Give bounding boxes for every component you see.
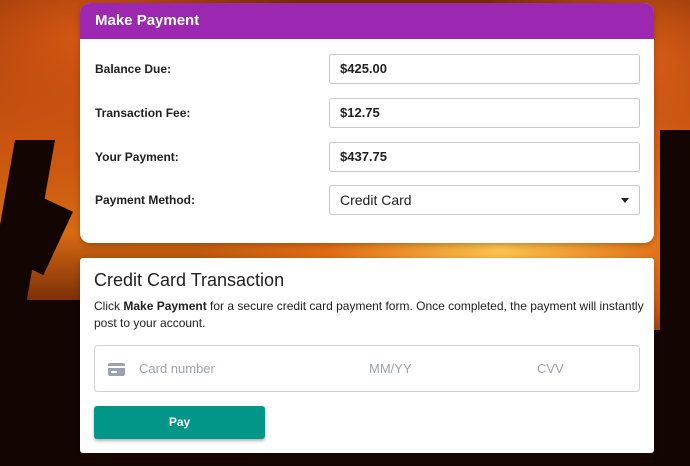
description-prefix: Click bbox=[94, 299, 124, 313]
balance-due-field[interactable]: $425.00 bbox=[329, 54, 640, 84]
your-payment-field[interactable]: $437.75 bbox=[329, 142, 640, 172]
credit-card-title: Credit Card Transaction bbox=[94, 270, 285, 290]
card-input-field[interactable]: Card number MM/YY CVV bbox=[94, 345, 640, 392]
your-payment-label: Your Payment: bbox=[95, 150, 179, 164]
description-bold: Make Payment bbox=[123, 299, 207, 313]
caret-down-icon bbox=[621, 198, 629, 203]
cvv-input[interactable]: CVV bbox=[537, 361, 564, 376]
transaction-fee-field[interactable]: $12.75 bbox=[329, 98, 640, 128]
make-payment-card: Make Payment Balance Due: $425.00 Transa… bbox=[80, 3, 654, 243]
background-silhouette bbox=[654, 330, 690, 466]
transaction-fee-label: Transaction Fee: bbox=[95, 106, 191, 120]
payment-method-selected: Credit Card bbox=[340, 192, 412, 208]
background-silhouette bbox=[660, 130, 690, 330]
transaction-fee-row: Transaction Fee: $12.75 bbox=[80, 98, 654, 128]
balance-due-row: Balance Due: $425.00 bbox=[80, 54, 654, 84]
payment-method-label: Payment Method: bbox=[95, 193, 196, 207]
background-silhouette bbox=[0, 300, 80, 466]
balance-due-label: Balance Due: bbox=[95, 62, 172, 76]
your-payment-row: Your Payment: $437.75 bbox=[80, 142, 654, 172]
payment-method-select[interactable]: Credit Card bbox=[329, 185, 640, 215]
credit-card-icon bbox=[108, 363, 125, 376]
expiry-input[interactable]: MM/YY bbox=[369, 361, 412, 376]
credit-card-transaction-card: Credit Card Transaction Click Make Payme… bbox=[80, 258, 654, 453]
credit-card-description: Click Make Payment for a secure credit c… bbox=[94, 298, 644, 332]
payment-method-row: Payment Method: Credit Card bbox=[80, 185, 654, 215]
pay-button[interactable]: Pay bbox=[94, 406, 265, 439]
card-number-input[interactable]: Card number bbox=[139, 361, 215, 376]
make-payment-title: Make Payment bbox=[80, 3, 654, 39]
